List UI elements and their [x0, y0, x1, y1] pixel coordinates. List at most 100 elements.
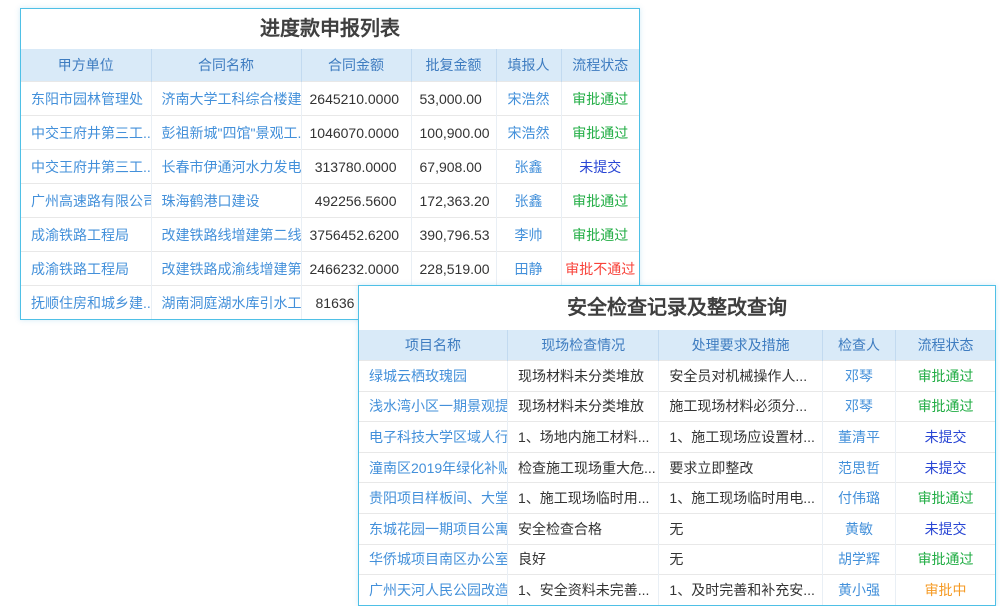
progress-column-header: 批复金额: [411, 49, 496, 82]
table-row: 潼南区2019年绿化补贴项检查施工现场重大危...要求立即整改范思哲未提交: [359, 452, 995, 483]
project-name-link[interactable]: 电子科技大学区域人行道: [359, 422, 507, 453]
safety-inspection-window: 安全检查记录及整改查询 项目名称现场检查情况处理要求及措施检查人流程状态 绿城云…: [358, 285, 996, 606]
inspection-situation: 良好: [507, 544, 658, 575]
status-badge: 未提交: [896, 452, 995, 483]
table-row: 浅水湾小区一期景观提升现场材料未分类堆放施工现场材料必须分...邓琴审批通过: [359, 391, 995, 422]
progress-payment-window: 进度款申报列表 甲方单位合同名称合同金额批复金额填报人流程状态 东阳市园林管理处…: [20, 8, 640, 320]
inspector-name: 黄小强: [822, 575, 895, 605]
table-row: 华侨城项目南区办公室内良好无胡学辉审批通过: [359, 544, 995, 575]
inspector-name: 黄敏: [822, 513, 895, 544]
inspector-name: 邓琴: [822, 391, 895, 422]
safety-inspection-title: 安全检查记录及整改查询: [359, 286, 995, 330]
project-name-link[interactable]: 绿城云栖玫瑰园: [359, 361, 507, 392]
party-unit-link[interactable]: 东阳市园林管理处: [21, 82, 151, 116]
approved-amount: 390,796.53: [411, 218, 496, 252]
table-row: 广州天河人民公园改造工1、安全资料未完善...1、及时完善和补充安...黄小强审…: [359, 575, 995, 605]
project-name-link[interactable]: 浅水湾小区一期景观提升: [359, 391, 507, 422]
approved-amount: 53,000.00: [411, 82, 496, 116]
project-name-link[interactable]: 广州天河人民公园改造工: [359, 575, 507, 605]
inspection-situation: 现场材料未分类堆放: [507, 361, 658, 392]
measures-required: 无: [659, 544, 823, 575]
measures-required: 无: [659, 513, 823, 544]
safety-column-header: 处理要求及措施: [659, 330, 823, 361]
table-row: 贵阳项目样板间、大堂、1、施工现场临时用...1、施工现场临时用电...付伟璐审…: [359, 483, 995, 514]
party-unit-link[interactable]: 抚顺住房和城乡建...: [21, 286, 151, 320]
table-row: 中交王府井第三工...彭祖新城"四馆"景观工...1046070.0000100…: [21, 116, 639, 150]
inspection-situation: 检查施工现场重大危...: [507, 452, 658, 483]
measures-required: 要求立即整改: [659, 452, 823, 483]
status-badge: 未提交: [896, 422, 995, 453]
status-badge: 审批通过: [561, 184, 639, 218]
progress-table-header-row: 甲方单位合同名称合同金额批复金额填报人流程状态: [21, 49, 639, 82]
filler-name: 宋浩然: [496, 82, 561, 116]
progress-column-header: 甲方单位: [21, 49, 151, 82]
project-name-link[interactable]: 潼南区2019年绿化补贴项: [359, 452, 507, 483]
table-row: 成渝铁路工程局改建铁路成渝线增建第...2466232.0000228,519.…: [21, 252, 639, 286]
status-badge: 未提交: [561, 150, 639, 184]
contract-name-link[interactable]: 济南大学工科综合楼建...: [151, 82, 301, 116]
table-row: 广州高速路有限公司珠海鹤港口建设492256.5600172,363.20张鑫审…: [21, 184, 639, 218]
approved-amount: 67,908.00: [411, 150, 496, 184]
filler-name: 宋浩然: [496, 116, 561, 150]
contract-amount: 3756452.6200: [301, 218, 411, 252]
contract-name-link[interactable]: 长春市伊通河水力发电...: [151, 150, 301, 184]
contract-name-link[interactable]: 湖南洞庭湖水库引水工...: [151, 286, 301, 320]
table-row: 中交王府井第三工...长春市伊通河水力发电...313780.000067,90…: [21, 150, 639, 184]
progress-column-header: 填报人: [496, 49, 561, 82]
measures-required: 1、施工现场临时用电...: [659, 483, 823, 514]
progress-column-header: 合同名称: [151, 49, 301, 82]
filler-name: 田静: [496, 252, 561, 286]
approved-amount: 172,363.20: [411, 184, 496, 218]
status-badge: 审批不通过: [561, 252, 639, 286]
table-row: 东城花园一期项目公寓大安全检查合格无黄敏未提交: [359, 513, 995, 544]
contract-name-link[interactable]: 珠海鹤港口建设: [151, 184, 301, 218]
safety-inspection-table: 项目名称现场检查情况处理要求及措施检查人流程状态 绿城云栖玫瑰园现场材料未分类堆…: [359, 330, 995, 605]
contract-amount: 2645210.0000: [301, 82, 411, 116]
contract-amount: 313780.0000: [301, 150, 411, 184]
table-row: 绿城云栖玫瑰园现场材料未分类堆放安全员对机械操作人...邓琴审批通过: [359, 361, 995, 392]
filler-name: 李帅: [496, 218, 561, 252]
inspector-name: 邓琴: [822, 361, 895, 392]
inspection-situation: 现场材料未分类堆放: [507, 391, 658, 422]
measures-required: 施工现场材料必须分...: [659, 391, 823, 422]
party-unit-link[interactable]: 成渝铁路工程局: [21, 218, 151, 252]
progress-payment-table: 甲方单位合同名称合同金额批复金额填报人流程状态 东阳市园林管理处济南大学工科综合…: [21, 49, 639, 319]
status-badge: 审批通过: [896, 361, 995, 392]
contract-amount: 492256.5600: [301, 184, 411, 218]
inspection-situation: 安全检查合格: [507, 513, 658, 544]
progress-column-header: 合同金额: [301, 49, 411, 82]
inspection-situation: 1、场地内施工材料...: [507, 422, 658, 453]
party-unit-link[interactable]: 中交王府井第三工...: [21, 150, 151, 184]
status-badge: 审批通过: [896, 483, 995, 514]
project-name-link[interactable]: 东城花园一期项目公寓大: [359, 513, 507, 544]
party-unit-link[interactable]: 中交王府井第三工...: [21, 116, 151, 150]
contract-name-link[interactable]: 彭祖新城"四馆"景观工...: [151, 116, 301, 150]
status-badge: 审批通过: [561, 116, 639, 150]
filler-name: 张鑫: [496, 150, 561, 184]
contract-name-link[interactable]: 改建铁路线增建第二线...: [151, 218, 301, 252]
progress-column-header: 流程状态: [561, 49, 639, 82]
project-name-link[interactable]: 贵阳项目样板间、大堂、: [359, 483, 507, 514]
status-badge: 审批中: [896, 575, 995, 605]
measures-required: 1、及时完善和补充安...: [659, 575, 823, 605]
approved-amount: 228,519.00: [411, 252, 496, 286]
contract-name-link[interactable]: 改建铁路成渝线增建第...: [151, 252, 301, 286]
project-name-link[interactable]: 华侨城项目南区办公室内: [359, 544, 507, 575]
table-row: 成渝铁路工程局改建铁路线增建第二线...3756452.6200390,796.…: [21, 218, 639, 252]
inspection-situation: 1、施工现场临时用...: [507, 483, 658, 514]
status-badge: 审批通过: [896, 544, 995, 575]
progress-payment-title: 进度款申报列表: [21, 9, 639, 49]
table-row: 电子科技大学区域人行道1、场地内施工材料...1、施工现场应设置材...董清平未…: [359, 422, 995, 453]
approved-amount: 100,900.00: [411, 116, 496, 150]
inspector-name: 董清平: [822, 422, 895, 453]
status-badge: 审批通过: [561, 82, 639, 116]
contract-amount: 1046070.0000: [301, 116, 411, 150]
safety-column-header: 项目名称: [359, 330, 507, 361]
party-unit-link[interactable]: 成渝铁路工程局: [21, 252, 151, 286]
safety-column-header: 检查人: [822, 330, 895, 361]
party-unit-link[interactable]: 广州高速路有限公司: [21, 184, 151, 218]
status-badge: 审批通过: [561, 218, 639, 252]
inspector-name: 胡学辉: [822, 544, 895, 575]
inspector-name: 范思哲: [822, 452, 895, 483]
filler-name: 张鑫: [496, 184, 561, 218]
